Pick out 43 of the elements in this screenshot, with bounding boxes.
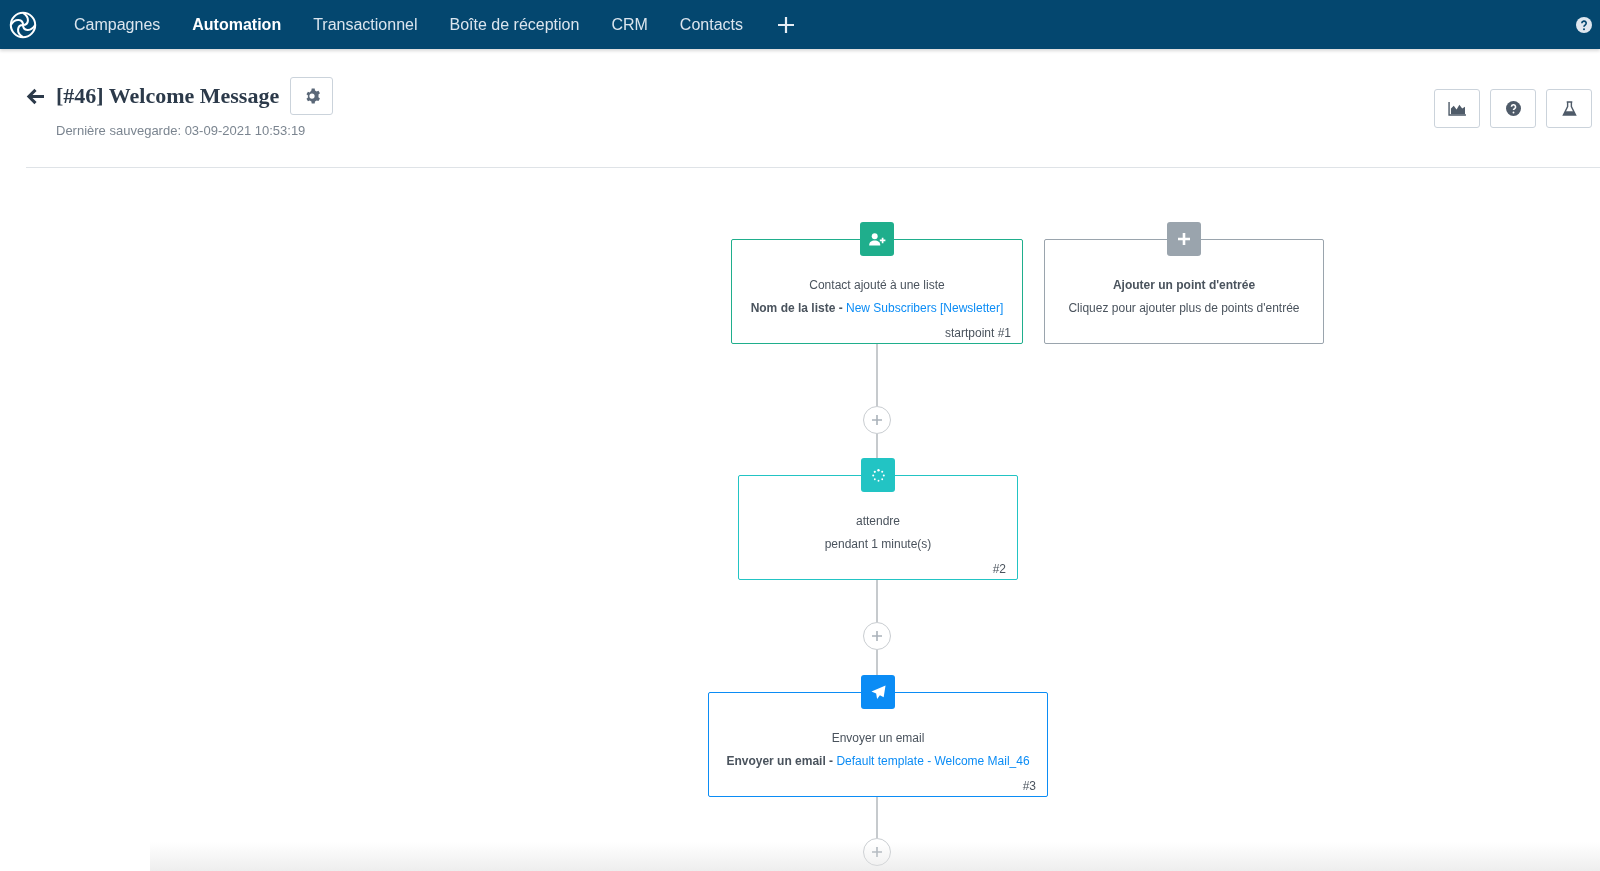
step-detail-label: Envoyer un email - [726,754,835,768]
workflow-step-card[interactable]: Contact ajouté à une liste Nom de la liste - New Subscribers [Newsletter] startpoint #1 [731,239,1023,344]
nav-tab[interactable]: CRM [611,15,648,34]
workflow-step-card[interactable]: Envoyer un email Envoyer un email - Default template - Welcome Mail_46 #3 [708,692,1048,797]
paper-plane-icon [870,684,886,700]
flask-icon [1561,101,1577,116]
step-title: Envoyer un email [831,731,925,745]
step-title: Contact ajouté à une liste [809,278,945,292]
help-icon[interactable] [1576,16,1592,33]
help-button[interactable] [1490,89,1536,128]
test-button[interactable] [1546,89,1592,128]
last-saved-text: Dernière sauvegarde: 03-09-2021 10:53:19 [56,123,307,138]
nav-tab[interactable]: Automation [192,15,282,34]
spiral-logo-icon[interactable] [8,9,38,40]
nav-tab[interactable]: Contacts [679,15,743,34]
step-detail: Cliquez pour ajouter plus de points d'entrée [1068,301,1300,315]
spinner-icon [871,468,885,482]
settings-button[interactable] [290,77,334,115]
step-number: #3 [1022,779,1036,793]
workflow-step-card[interactable]: Ajouter un point d'entrée Cliquez pour ajouter plus de points d'entrée [1044,239,1324,344]
step-detail-link[interactable]: Default template - Welcome Mail_46 [836,754,1030,768]
step-detail: pendant 1 minute(s) [824,537,932,551]
plus-icon [872,415,882,425]
nav-tab[interactable]: Transactionnel [313,15,418,34]
plus-icon [872,847,882,857]
plus-icon [1178,233,1190,245]
step-detail-label: Nom de la liste - [750,301,844,315]
statistics-button[interactable] [1434,89,1480,128]
plus-icon[interactable] [776,15,795,34]
step-number: #2 [992,562,1006,576]
step-number: startpoint #1 [944,326,1011,340]
step-detail-link[interactable]: New Subscribers [Newsletter] [846,301,1004,315]
workflow-step-card[interactable]: attendre pendant 1 minute(s) #2 [738,475,1018,580]
plus-icon [872,631,882,641]
help-icon [1505,101,1521,116]
area-chart-icon [1447,101,1467,116]
nav-tab[interactable]: Campagnes [74,15,161,34]
step-title: attendre [855,514,900,528]
nav-tab[interactable]: Boîte de réception [449,15,580,34]
automation-title: [#46] Welcome Message [56,83,280,109]
step-title: Ajouter un point d'entrée [1112,278,1256,292]
add-user-icon [868,232,886,246]
back-arrow-icon[interactable] [26,87,45,105]
